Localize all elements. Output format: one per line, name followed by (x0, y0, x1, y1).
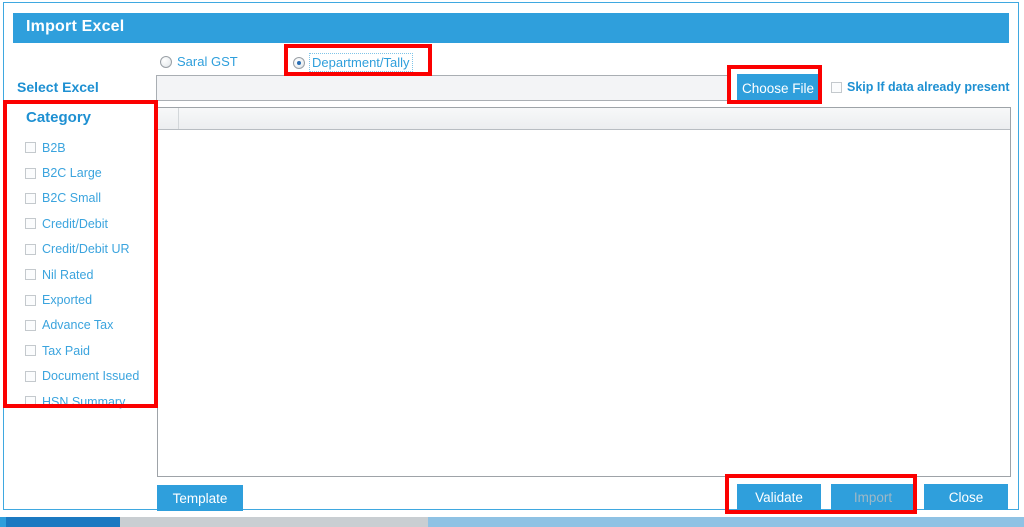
category-item-label: Advance Tax (42, 318, 114, 333)
category-item[interactable]: B2B (25, 135, 155, 160)
category-item-label: Credit/Debit UR (42, 242, 130, 257)
category-item[interactable]: Nil Rated (25, 262, 155, 287)
category-item-label: B2B (42, 140, 66, 155)
category-checkbox[interactable] (25, 396, 36, 408)
scrollbar-corner (0, 517, 6, 527)
category-item-label: Credit/Debit (42, 216, 108, 231)
radio-icon-department-tally[interactable] (293, 56, 305, 69)
category-checkbox[interactable] (25, 370, 36, 382)
import-preview-grid[interactable] (157, 107, 1011, 477)
choose-file-button[interactable]: Choose File (737, 74, 819, 102)
category-item[interactable]: Credit/Debit UR (25, 237, 155, 262)
category-item-label: Nil Rated (42, 267, 94, 282)
category-checkbox[interactable] (25, 319, 36, 331)
import-excel-dialog: Import Excel Saral GST Department/Tally … (3, 2, 1020, 511)
scrollbar-thumb[interactable] (0, 517, 120, 527)
horizontal-scrollbar[interactable] (0, 517, 1024, 527)
category-item[interactable]: Tax Paid (25, 338, 155, 363)
skip-if-data-present-label: Skip If data already present (847, 80, 1010, 94)
category-checkbox[interactable] (25, 345, 36, 357)
validate-button[interactable]: Validate (737, 484, 821, 510)
category-checkbox[interactable] (25, 269, 36, 281)
close-button[interactable]: Close (924, 484, 1008, 510)
file-path-input[interactable] (156, 75, 729, 101)
category-item[interactable]: Advance Tax (25, 313, 155, 338)
import-button: Import (831, 484, 915, 510)
radio-option-department-tally[interactable]: Department/Tally (293, 53, 413, 72)
category-item-label: HSN Summary (42, 394, 126, 409)
category-item[interactable]: HSN Summary (25, 389, 155, 414)
grid-body[interactable] (158, 130, 1010, 476)
category-checkbox[interactable] (25, 294, 36, 306)
category-checkbox[interactable] (25, 243, 36, 255)
select-excel-label: Select Excel (17, 79, 99, 95)
scrollbar-track-segment-blue[interactable] (428, 517, 1024, 527)
page-title: Import Excel (26, 18, 125, 35)
category-checkbox[interactable] (25, 218, 36, 230)
template-button[interactable]: Template (157, 485, 243, 511)
category-item-label: Exported (42, 293, 93, 308)
dialog-title-bar: Import Excel (13, 13, 1009, 43)
category-panel: Category B2B B2C Large B2C Small Credit/Deb… (13, 107, 154, 409)
grid-header-row (158, 108, 1010, 130)
category-item-label: B2C Large (42, 166, 102, 181)
category-item-label: Tax Paid (42, 343, 90, 358)
category-item[interactable]: Document Issued (25, 364, 155, 389)
category-item-label: Document Issued (42, 369, 140, 384)
category-checkbox[interactable] (25, 167, 36, 179)
radio-icon-saral-gst[interactable] (160, 55, 172, 68)
radio-label-saral-gst: Saral GST (177, 54, 238, 69)
category-item-label: B2C Small (42, 191, 102, 206)
skip-if-data-present-checkbox[interactable] (831, 81, 842, 93)
radio-option-saral-gst[interactable]: Saral GST (160, 54, 238, 69)
grid-column-separator[interactable] (178, 108, 179, 129)
scrollbar-track-segment[interactable] (120, 517, 428, 527)
radio-label-department-tally: Department/Tally (309, 53, 413, 72)
source-radio-group: Saral GST Department/Tally (4, 53, 1020, 75)
category-item[interactable]: Credit/Debit (25, 211, 155, 236)
category-list: B2B B2C Large B2C Small Credit/Debit Credit/… (25, 135, 155, 414)
category-checkbox[interactable] (25, 142, 36, 154)
category-checkbox[interactable] (25, 192, 36, 204)
skip-if-data-present-option[interactable]: Skip If data already present (831, 80, 1010, 94)
category-title: Category (26, 109, 92, 126)
category-item[interactable]: B2C Small (25, 186, 155, 211)
category-item[interactable]: Exported (25, 287, 155, 312)
category-item[interactable]: B2C Large (25, 160, 155, 185)
